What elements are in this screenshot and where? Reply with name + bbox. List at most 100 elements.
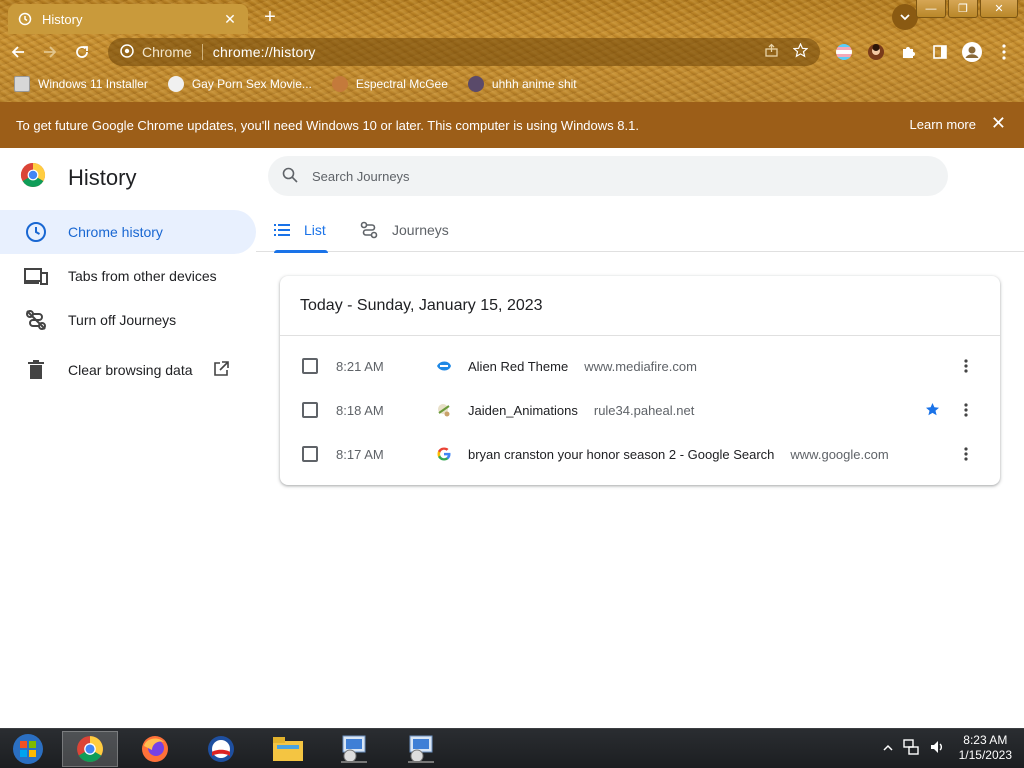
chrome-logo-icon [20, 162, 46, 193]
browser-frame: History ✕ + — ❐ ✕ Chrome chrome://histor… [0, 0, 1024, 102]
bookmark-label: Espectral McGee [355, 77, 448, 91]
chrome-icon [77, 736, 103, 762]
reload-button[interactable] [68, 38, 96, 66]
sidebar-item-label: Tabs from other devices [68, 268, 217, 284]
entry-time: 8:18 AM [336, 402, 384, 418]
omnibox-url[interactable]: chrome://history [213, 44, 316, 60]
profile-avatar-icon[interactable] [960, 40, 984, 64]
entry-more-icon[interactable] [956, 444, 976, 464]
search-icon [282, 167, 298, 186]
spider-icon [167, 76, 184, 92]
history-entry[interactable]: 8:21 AM Alien Red Theme www.mediafire.co… [280, 344, 1000, 388]
tab-close-icon[interactable]: ✕ [222, 11, 238, 28]
avatar-icon [331, 76, 348, 92]
chrome-site-icon [120, 43, 134, 61]
taskbar-installer[interactable] [327, 731, 383, 767]
puzzle-extensions-icon[interactable] [896, 40, 920, 64]
share-icon[interactable] [764, 43, 779, 61]
search-placeholder: Search Journeys [312, 168, 410, 184]
list-icon [274, 224, 290, 236]
clock-date: 1/15/2023 [958, 748, 1012, 762]
anime-icon [467, 76, 484, 92]
tab-list[interactable]: List [274, 208, 328, 253]
taskbar-installer[interactable] [394, 731, 450, 767]
taskbar-clock[interactable]: 8:23 AM 1/15/2023 [959, 733, 1012, 763]
profile-extension-icon[interactable] [864, 40, 888, 64]
window-controls: — ❐ ✕ [914, 0, 1018, 18]
sidebar-item-tabs-other-devices[interactable]: Tabs from other devices [0, 254, 256, 298]
windows-taskbar: 8:23 AM 1/15/2023 [0, 728, 1024, 768]
bookmarked-star-icon[interactable] [925, 402, 940, 420]
taskbar-obama[interactable] [193, 731, 249, 767]
new-tab-button[interactable]: + [258, 6, 282, 30]
devices-icon [24, 264, 48, 288]
search-input[interactable]: Search Journeys [268, 156, 948, 196]
tab-title: History [42, 11, 83, 27]
start-button[interactable] [0, 731, 56, 767]
day-heading: Today - Sunday, January 15, 2023 [280, 276, 1000, 336]
taskbar-file-explorer[interactable] [260, 731, 316, 767]
entry-title-link[interactable]: Alien Red Theme [468, 359, 568, 374]
update-infobar: To get future Google Chrome updates, you… [0, 102, 1024, 148]
history-entry[interactable]: 8:18 AM Jaiden_Animations rule34.paheal.… [280, 388, 1000, 432]
tab-label: List [304, 222, 326, 238]
omnibox-divider [201, 44, 203, 60]
bookmark-item[interactable]: Gay Porn Sex Movie... [167, 76, 312, 92]
reload-icon [76, 46, 88, 58]
entry-title-link[interactable]: Jaiden_Animations [468, 403, 578, 418]
arrow-right-icon [44, 46, 57, 58]
back-button[interactable] [4, 38, 32, 66]
system-tray: 8:23 AM 1/15/2023 [883, 733, 1012, 763]
trash-icon [24, 358, 48, 382]
history-tabs: List Journeys [256, 208, 1024, 253]
file-explorer-icon [273, 737, 303, 761]
installer-icon [408, 735, 434, 763]
sidebar-item-turn-off-journeys[interactable]: Turn off Journeys [0, 298, 256, 342]
tab-journeys[interactable]: Journeys [360, 208, 449, 252]
learn-more-link[interactable]: Learn more [910, 117, 976, 132]
entry-checkbox[interactable] [302, 446, 318, 462]
bookmark-item[interactable]: uhhh anime shit [467, 76, 577, 92]
maximize-button[interactable]: ❐ [948, 0, 978, 18]
minimize-button[interactable]: — [916, 0, 946, 18]
omnibox[interactable]: Chrome chrome://history [108, 38, 820, 66]
history-icon [18, 12, 32, 26]
entry-checkbox[interactable] [302, 358, 318, 374]
volume-icon[interactable] [929, 739, 945, 758]
tray-expand-icon[interactable] [883, 741, 893, 755]
sidebar-item-chrome-history[interactable]: Chrome history [0, 210, 256, 254]
history-list: 8:21 AM Alien Red Theme www.mediafire.co… [280, 336, 1000, 476]
network-icon[interactable] [902, 738, 919, 758]
entry-domain: www.google.com [790, 446, 889, 462]
entry-domain: www.mediafire.com [584, 358, 697, 374]
mediafire-icon [436, 358, 452, 374]
forward-button[interactable] [36, 38, 64, 66]
trans-flag-extension-icon[interactable] [832, 40, 856, 64]
bookmark-star-icon[interactable] [792, 42, 809, 61]
bookmark-item[interactable]: Windows 11 Installer [14, 76, 148, 92]
entry-domain: rule34.paheal.net [593, 402, 695, 418]
entry-title-link[interactable]: bryan cranston your honor season 2 - Goo… [468, 447, 774, 462]
side-panel-icon[interactable] [928, 40, 952, 64]
firefox-icon [142, 736, 168, 762]
entry-time: 8:17 AM [336, 446, 384, 462]
taskbar-firefox[interactable] [127, 731, 183, 767]
journeys-off-icon [24, 308, 48, 332]
kebab-menu-icon[interactable] [992, 40, 1016, 64]
entry-more-icon[interactable] [956, 356, 976, 376]
entry-checkbox[interactable] [302, 402, 318, 418]
sidebar: Chrome history Tabs from other devices T… [0, 210, 256, 392]
entry-more-icon[interactable] [956, 400, 976, 420]
clock-icon [24, 220, 48, 244]
close-window-button[interactable]: ✕ [980, 0, 1018, 18]
history-entry[interactable]: 8:17 AM bryan cranston your honor season… [280, 432, 1000, 476]
infobar-close-icon[interactable]: ✕ [991, 113, 1006, 134]
sidebar-item-clear-browsing-data[interactable]: Clear browsing data [0, 348, 256, 392]
bookmark-label: Gay Porn Sex Movie... [191, 77, 312, 91]
bookmark-item[interactable]: Espectral McGee [331, 76, 448, 92]
installer-icon [341, 735, 367, 763]
external-link-icon [213, 360, 229, 380]
browser-tab-history[interactable]: History ✕ [8, 4, 248, 34]
paheal-icon [436, 402, 452, 418]
taskbar-chrome[interactable] [62, 731, 118, 767]
